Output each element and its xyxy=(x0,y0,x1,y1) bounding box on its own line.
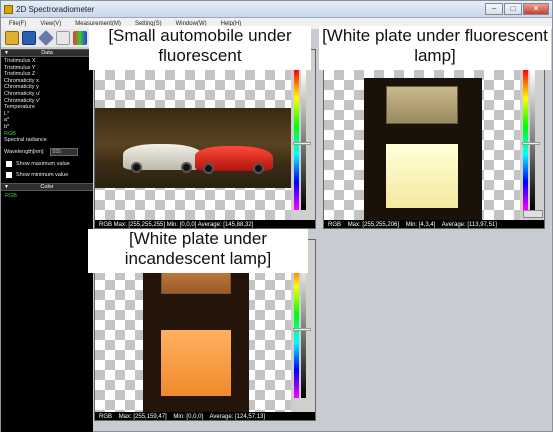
data-section-header[interactable]: ▼ Data xyxy=(1,49,93,57)
app-window: 2D Spectroradiometer – □ ✕ File(F) View(… xyxy=(0,0,553,432)
color-section-header[interactable]: ▼ Color xyxy=(1,182,93,191)
status-max: Max: [255,159,47] xyxy=(118,414,167,420)
status-max: Max: [255,255,206] xyxy=(347,222,400,228)
status-min: Min: [4,3,4] xyxy=(405,222,436,228)
wheel xyxy=(253,163,264,174)
measurement-target xyxy=(364,78,482,220)
caption-incandescent: [White plate under incandescent lamp] xyxy=(88,229,308,273)
status-bar: RGB Max: [255,255,206] Min: [4,3,4] Aver… xyxy=(324,220,544,228)
title-bar: 2D Spectroradiometer – □ ✕ xyxy=(1,1,552,18)
menu-view[interactable]: View(V) xyxy=(40,21,61,27)
wavelength-label: Wavelength[nm] xyxy=(4,149,44,156)
data-item-tristimulus-y[interactable]: Tristimulus Y xyxy=(4,65,90,72)
data-item-spectral-radiance[interactable]: Spectral radiance xyxy=(4,137,90,144)
save-icon[interactable] xyxy=(22,31,36,45)
window-title: 2D Spectroradiometer xyxy=(16,5,95,14)
menu-file[interactable]: File(F) xyxy=(9,21,26,27)
status-label: RGB xyxy=(328,222,342,228)
show-max-label: Show maximum value xyxy=(16,160,70,167)
data-item-l-star[interactable]: L* xyxy=(4,111,90,118)
lcd-display xyxy=(386,86,458,124)
data-item-rgb[interactable]: RGB xyxy=(4,131,90,138)
data-item-b-star[interactable]: b* xyxy=(4,124,90,131)
data-item-chromaticity-u[interactable]: Chromaticity u' xyxy=(4,91,90,98)
gray-gradient xyxy=(301,70,306,210)
toolbar xyxy=(1,29,101,47)
status-average: Average: [124,57,13] xyxy=(209,414,266,420)
show-min-label: Show minimum value xyxy=(16,171,69,178)
caption-fluorescent: [White plate under fluorescent lamp] xyxy=(319,26,551,70)
status-bar: RGB Max: [255,159,47] Min: [0,0,0] Avera… xyxy=(95,412,315,420)
white-plate xyxy=(161,330,231,396)
measurement-target xyxy=(143,250,249,412)
scale-marker[interactable] xyxy=(293,142,311,145)
view-window-car[interactable]: RGB Max: [255,255,255] Min: [0,0,0] Aver… xyxy=(94,49,316,229)
wavelength-input[interactable]: 555 xyxy=(49,148,78,157)
view-window-fluorescent[interactable]: RGB Max: [255,255,206] Min: [4,3,4] Aver… xyxy=(323,49,545,229)
car-photo xyxy=(95,108,291,188)
status-min: Min: [0,0,0] xyxy=(173,414,204,420)
show-min-checkbox[interactable] xyxy=(6,171,12,178)
minimize-button[interactable]: – xyxy=(485,3,503,15)
status-average: Average: [113,97,51] xyxy=(441,222,497,228)
data-item-tristimulus-x[interactable]: Tristimulus X xyxy=(4,58,90,65)
close-button[interactable]: ✕ xyxy=(523,3,549,15)
gray-gradient xyxy=(530,70,535,210)
color-mode-value[interactable]: RGB xyxy=(1,191,93,201)
status-bar: RGB Max: [255,255,255] Min: [0,0,0] Aver… xyxy=(95,220,315,228)
white-plate xyxy=(386,144,458,208)
color-gradient xyxy=(294,70,299,210)
scale-scroll-button[interactable] xyxy=(523,210,543,218)
palette-icon[interactable] xyxy=(73,31,87,45)
collapse-triangle-icon: ▼ xyxy=(4,183,9,190)
data-item-list: Tristimulus X Tristimulus Y Tristimulus … xyxy=(1,57,93,145)
measure-icon[interactable] xyxy=(38,30,54,46)
edit-icon[interactable] xyxy=(56,31,70,45)
app-icon xyxy=(4,5,13,14)
data-item-tristimulus-z[interactable]: Tristimulus Z xyxy=(4,71,90,78)
color-scale-bar[interactable] xyxy=(291,50,315,220)
data-item-chromaticity-v[interactable]: Chromaticity v' xyxy=(4,98,90,105)
wheel xyxy=(181,162,192,173)
maximize-button[interactable]: □ xyxy=(504,3,522,15)
wheel xyxy=(131,162,142,173)
data-item-chromaticity-x[interactable]: Chromaticity x xyxy=(4,78,90,85)
open-folder-icon[interactable] xyxy=(5,31,19,45)
show-max-checkbox[interactable] xyxy=(6,160,12,167)
collapse-triangle-icon: ▼ xyxy=(4,50,9,56)
caption-car: [Small automobile under fluorescent xyxy=(89,26,311,70)
scale-marker[interactable] xyxy=(522,142,540,145)
data-item-temperature[interactable]: Temperature xyxy=(4,104,90,111)
data-item-chromaticity-y[interactable]: Chromaticity y xyxy=(4,84,90,91)
color-scale-bar[interactable] xyxy=(520,50,544,220)
scale-marker[interactable] xyxy=(293,328,311,331)
data-item-a-star[interactable]: a* xyxy=(4,117,90,124)
color-gradient xyxy=(523,70,528,210)
status-label: RGB xyxy=(99,414,113,420)
data-panel: ▼ Data Tristimulus X Tristimulus Y Trist… xyxy=(1,49,93,432)
wheel xyxy=(203,163,214,174)
